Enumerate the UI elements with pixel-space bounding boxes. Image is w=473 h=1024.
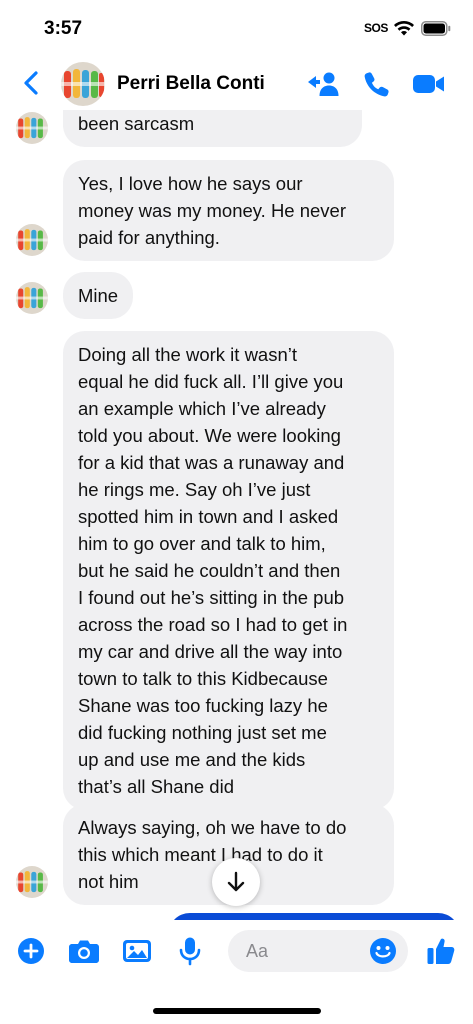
- sender-avatar[interactable]: [16, 866, 48, 898]
- battery-icon: [421, 21, 451, 36]
- status-time: 3:57: [44, 18, 83, 39]
- avatar-image: [61, 62, 105, 106]
- thumbs-up-icon: [427, 938, 455, 964]
- emoji-button[interactable]: [366, 934, 400, 968]
- message-bubble[interactable]: been sarcasm: [63, 110, 362, 147]
- more-actions-button[interactable]: [14, 934, 48, 968]
- status-bar: 3:57 SOS: [0, 0, 473, 58]
- photo-icon: [123, 940, 151, 962]
- add-person-icon: [308, 72, 339, 96]
- avatar-image: [16, 224, 48, 256]
- emoji-icon: [370, 938, 396, 964]
- arrow-down-icon: [227, 871, 245, 892]
- message-bubble[interactable]: Mine: [63, 272, 134, 319]
- photo-button[interactable]: [120, 934, 154, 968]
- microphone-icon: [179, 937, 201, 966]
- message-composer: [0, 920, 473, 1024]
- sender-avatar[interactable]: [16, 224, 48, 256]
- chevron-left-icon: [24, 71, 38, 95]
- message-bubble[interactable]: Yes, I love how he says our money was my…: [63, 160, 394, 261]
- message-thread[interactable]: been sarcasm Yes, I love how he says our…: [0, 110, 473, 920]
- phone-icon: [364, 72, 389, 97]
- avatar-image: [16, 112, 48, 144]
- plus-circle-icon: [18, 938, 44, 964]
- like-button[interactable]: [424, 934, 458, 968]
- sender-avatar[interactable]: [16, 112, 48, 144]
- avatar-image: [16, 282, 48, 314]
- sender-avatar[interactable]: [16, 282, 48, 314]
- voice-message-button[interactable]: [173, 934, 207, 968]
- wifi-icon: [394, 21, 414, 36]
- message-bubble[interactable]: Doing all the work it wasn’t equal he di…: [63, 331, 394, 810]
- home-indicator[interactable]: [153, 1008, 321, 1014]
- back-button[interactable]: [14, 66, 48, 100]
- conversation-header: Perri Bella Conti: [0, 58, 473, 110]
- avatar-image: [16, 866, 48, 898]
- add-person-button[interactable]: [306, 68, 340, 100]
- video-call-button[interactable]: [412, 68, 446, 100]
- camera-button[interactable]: [67, 934, 101, 968]
- sos-indicator: SOS: [364, 21, 388, 35]
- audio-call-button[interactable]: [360, 68, 394, 100]
- scroll-to-bottom-button[interactable]: [212, 858, 260, 906]
- contact-name[interactable]: Perri Bella Conti: [117, 73, 265, 95]
- camera-icon: [69, 940, 99, 963]
- contact-avatar[interactable]: [61, 62, 105, 106]
- video-camera-icon: [413, 75, 444, 93]
